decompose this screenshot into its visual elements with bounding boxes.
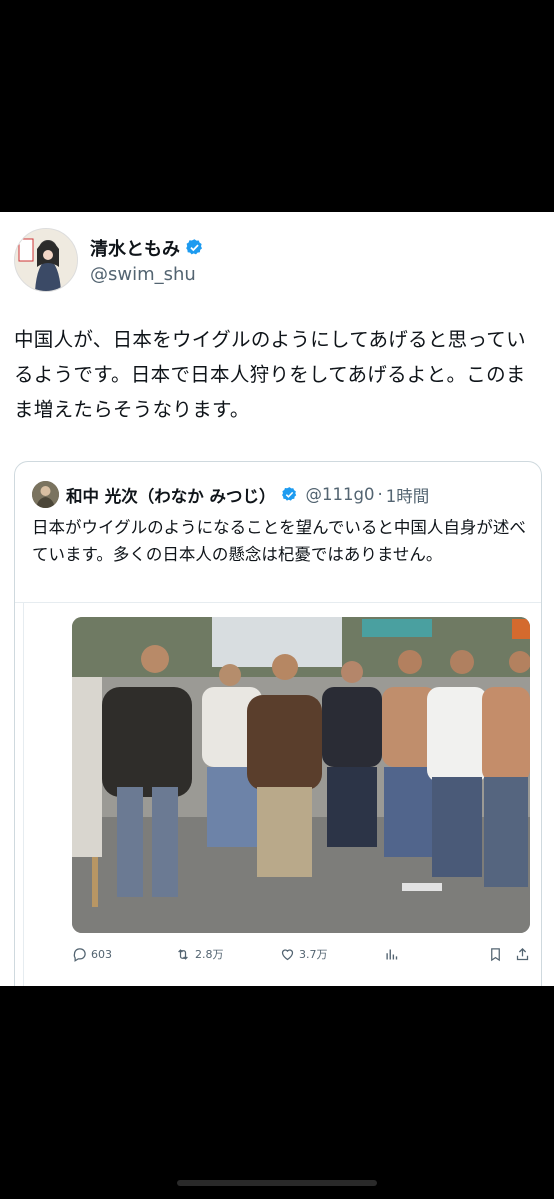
quoted-display-name[interactable]: 和中 光次（わなか みつじ） (66, 483, 276, 507)
verified-badge-icon (281, 487, 296, 501)
author-name-row[interactable]: 清水ともみ (90, 236, 204, 260)
repost-icon (178, 948, 188, 960)
repost-count: 2.8万 (195, 948, 224, 961)
divider (15, 602, 541, 603)
bookmark-icon (491, 947, 500, 961)
quoted-timestamp[interactable]: 1時間 (386, 483, 430, 507)
post-card: 清水ともみ @swim_shu 中国人が、日本をウイグルのようにしてあげると思っ… (0, 212, 554, 986)
quoted-post[interactable]: 和中 光次（わなか みつじ） @111g0 · 1時間 日本がウイグルのようにな… (14, 461, 542, 986)
reply-count: 603 (91, 947, 112, 961)
quoted-handle[interactable]: @111g0 (306, 485, 375, 504)
quoted-post-header[interactable]: 和中 光次（わなか みつじ） @111g0 · 1時間 (32, 481, 429, 508)
quoted-actions: 603 2.8万 3.7万 (72, 942, 532, 966)
reply-icon (73, 947, 86, 962)
quoted-text: 日本がウイグルのようになることを望んでいると中国人自身が述べています。多くの日本… (32, 518, 526, 564)
dot-separator: · (377, 485, 383, 504)
post-author[interactable]: 清水ともみ @swim_shu (14, 228, 204, 292)
like-count: 3.7万 (299, 948, 328, 961)
like-icon (281, 948, 294, 960)
like-button[interactable]: 3.7万 (280, 946, 328, 962)
share-button[interactable] (515, 947, 534, 962)
crowd-photo (72, 617, 530, 933)
views-icon (386, 949, 398, 959)
home-indicator[interactable] (177, 1180, 377, 1186)
author-handle[interactable]: @swim_shu (90, 264, 204, 285)
verified-badge-icon (186, 239, 203, 255)
reply-button[interactable]: 603 (72, 947, 112, 962)
share-icon (516, 947, 529, 960)
views-button[interactable] (384, 947, 403, 962)
tweet-text: 中国人が、日本をウイグルのようにしてあげると思っているようです。日本で日本人狩り… (14, 328, 526, 421)
quoted-image[interactable] (72, 617, 530, 933)
repost-button[interactable]: 2.8万 (175, 946, 224, 962)
thread-rail (23, 603, 24, 986)
avatar[interactable] (14, 228, 78, 292)
author-display-name[interactable]: 清水ともみ (90, 235, 180, 261)
bookmark-button[interactable] (488, 947, 507, 962)
quoted-avatar[interactable] (32, 481, 59, 508)
